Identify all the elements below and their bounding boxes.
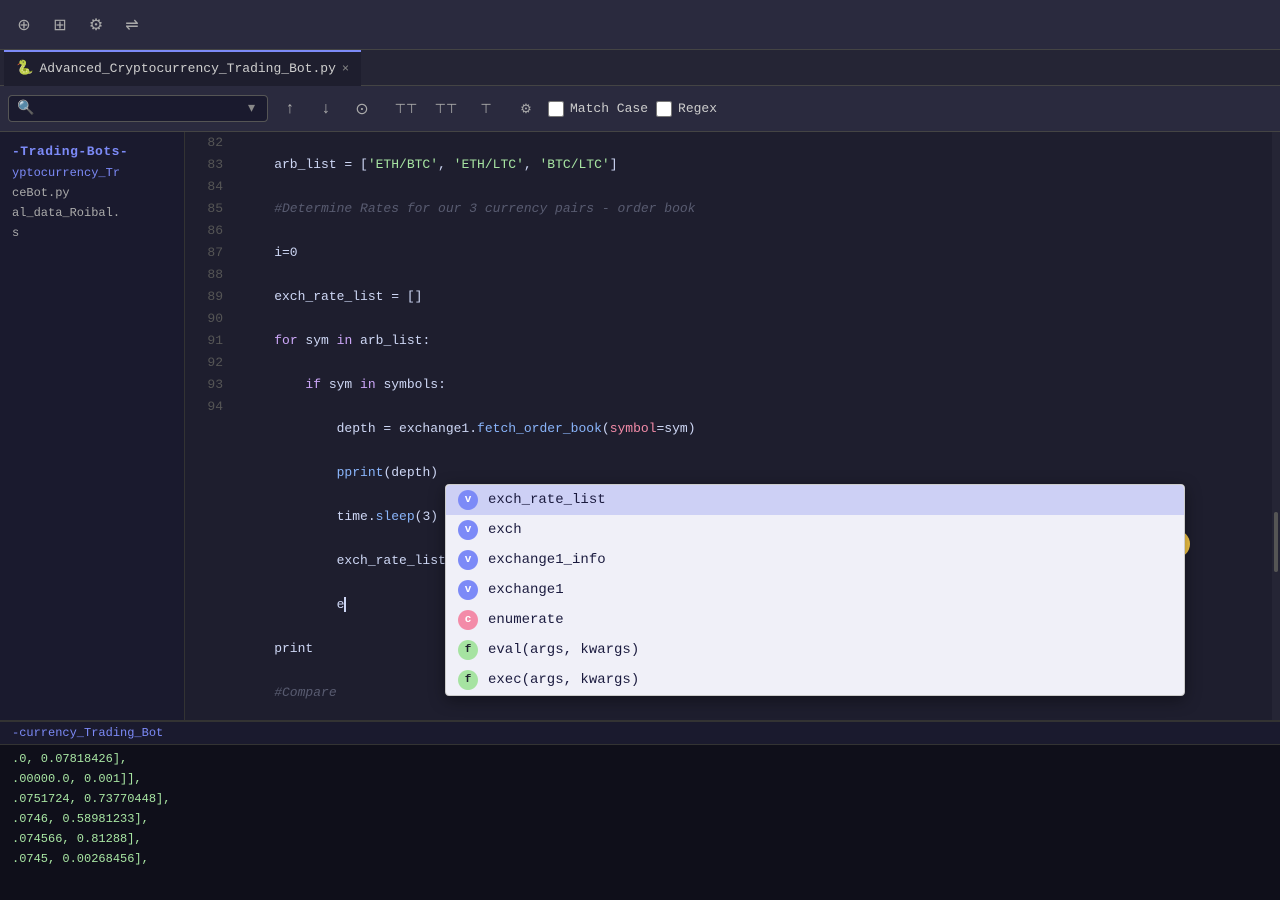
autocomplete-dropdown: v exch_rate_list v exch v exchange1_info…: [445, 484, 1185, 696]
terminal-line-5: .0745, 0.00268456],: [12, 849, 1268, 869]
terminal-line-3: .0746, 0.58981233],: [12, 809, 1268, 829]
sidebar-item-0[interactable]: yptocurrency_Tr: [0, 163, 184, 183]
ac-icon-func-5: f: [458, 640, 478, 660]
ac-icon-func-6: f: [458, 670, 478, 690]
dropdown-icon: ▾: [248, 100, 255, 117]
sidebar-title: -Trading-Bots-: [0, 140, 184, 163]
tab-close-button[interactable]: ×: [342, 62, 349, 76]
search-icon: 🔍: [17, 100, 34, 117]
sidebar-item-1[interactable]: ceBot.py: [0, 183, 184, 203]
toolbar: ⊕ ⊞ ⚙ ⇌: [0, 0, 1280, 50]
ac-text-1: exch: [488, 522, 522, 538]
ac-item-4[interactable]: c enumerate: [446, 605, 1184, 635]
settings-icon-btn[interactable]: ⚙: [80, 9, 112, 41]
ac-icon-variable-3: v: [458, 580, 478, 600]
indent3-option-btn[interactable]: ⊤: [472, 95, 500, 123]
ac-item-3[interactable]: v exchange1: [446, 575, 1184, 605]
ac-item-1[interactable]: v exch: [446, 515, 1184, 545]
tab-bar: 🐍 Advanced_Cryptocurrency_Trading_Bot.py…: [0, 50, 1280, 86]
mini-scrollbar[interactable]: [1272, 132, 1280, 720]
ac-item-6[interactable]: f exec(args, kwargs): [446, 665, 1184, 695]
search-all-button[interactable]: ⊙: [348, 95, 376, 123]
terminal-line-4: .074566, 0.81288],: [12, 829, 1268, 849]
terminal-content[interactable]: .0, 0.07818426],.00000.0, 0.001]],.07517…: [0, 745, 1280, 873]
terminal: -currency_Trading_Bot .0, 0.07818426],.0…: [0, 720, 1280, 900]
search-next-button[interactable]: ↓: [312, 95, 340, 123]
toolbar-icons: ⊕ ⊞ ⚙ ⇌: [8, 9, 148, 41]
regex-label: Regex: [678, 101, 717, 116]
search-prev-button[interactable]: ↑: [276, 95, 304, 123]
editor-area: 82 83 84 85 86 87 88 89 90 91 92 93 94 a…: [185, 132, 1280, 720]
search-bar: 🔍 ▾ ↑ ↓ ⊙ ⊤⊤ ⊤⊤ ⊤ ⚙ Match Case Regex: [0, 86, 1280, 132]
ac-icon-variable-1: v: [458, 520, 478, 540]
terminal-line-0: .0, 0.07818426],: [12, 749, 1268, 769]
tab-title: Advanced_Cryptocurrency_Trading_Bot.py: [39, 61, 335, 76]
sidebar-item-3[interactable]: s: [0, 223, 184, 243]
active-tab[interactable]: 🐍 Advanced_Cryptocurrency_Trading_Bot.py…: [4, 50, 361, 86]
match-case-label: Match Case: [570, 101, 648, 116]
gear-option-btn[interactable]: ⚙: [512, 95, 540, 123]
scrollbar-thumb[interactable]: [1274, 512, 1278, 572]
sidebar-item-2[interactable]: al_data_Roibal.: [0, 203, 184, 223]
ac-text-0: exch_rate_list: [488, 492, 606, 508]
sidebar: -Trading-Bots- yptocurrency_Tr ceBot.py …: [0, 132, 185, 720]
ac-text-4: enumerate: [488, 612, 564, 628]
terminal-title: -currency_Trading_Bot: [0, 722, 1280, 745]
regex-checkbox[interactable]: [656, 101, 672, 117]
ac-text-5: eval(args, kwargs): [488, 642, 639, 658]
target-icon-btn[interactable]: ⊕: [8, 9, 40, 41]
search-options: ⊤⊤ ⊤⊤ ⊤ ⚙: [392, 95, 540, 123]
indent2-option-btn[interactable]: ⊤⊤: [432, 95, 460, 123]
terminal-line-1: .00000.0, 0.001]],: [12, 769, 1268, 789]
ac-icon-variable-0: v: [458, 490, 478, 510]
ac-icon-class-4: c: [458, 610, 478, 630]
ac-item-2[interactable]: v exchange1_info: [446, 545, 1184, 575]
search-input-wrapper: 🔍 ▾: [8, 95, 268, 122]
terminal-line-2: .0751724, 0.73770448],: [12, 789, 1268, 809]
ac-text-2: exchange1_info: [488, 552, 606, 568]
ac-text-6: exec(args, kwargs): [488, 672, 639, 688]
line-numbers: 82 83 84 85 86 87 88 89 90 91 92 93 94: [185, 132, 235, 720]
match-case-option[interactable]: Match Case: [548, 101, 648, 117]
layout-icon-btn[interactable]: ⇌: [116, 9, 148, 41]
match-case-checkbox[interactable]: [548, 101, 564, 117]
grid-icon-btn[interactable]: ⊞: [44, 9, 76, 41]
indent-option-btn[interactable]: ⊤⊤: [392, 95, 420, 123]
search-input[interactable]: [38, 101, 244, 116]
ac-text-3: exchange1: [488, 582, 564, 598]
main-layout: -Trading-Bots- yptocurrency_Tr ceBot.py …: [0, 132, 1280, 720]
tab-file-icon: 🐍: [16, 60, 33, 77]
ac-item-0[interactable]: v exch_rate_list: [446, 485, 1184, 515]
ac-icon-variable-2: v: [458, 550, 478, 570]
regex-option[interactable]: Regex: [656, 101, 717, 117]
ac-item-5[interactable]: f eval(args, kwargs): [446, 635, 1184, 665]
